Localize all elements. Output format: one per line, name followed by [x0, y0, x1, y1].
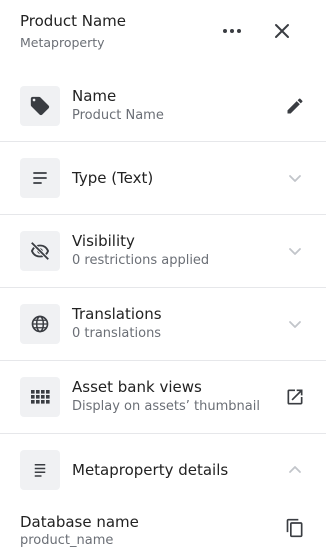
details-collapse-toggle[interactable]: [283, 458, 307, 482]
text-lines-icon: [33, 172, 47, 184]
grid-icon: [31, 390, 50, 404]
visibility-summary: 0 restrictions applied: [72, 253, 210, 268]
chevron-up-icon: [289, 466, 301, 473]
open-asset-bank-views-button[interactable]: [283, 385, 307, 409]
metaproperty-details-header[interactable]: Metaproperty details: [0, 434, 326, 505]
metaproperty-panel: Product Name Metaproperty Name Product N…: [0, 0, 326, 555]
visibility-expand-toggle[interactable]: [283, 239, 307, 263]
close-icon: [275, 24, 289, 38]
panel-header: Product Name Metaproperty: [0, 0, 326, 70]
visibility-row[interactable]: Visibility 0 restrictions applied: [0, 214, 326, 287]
asset-bank-views-label: Asset bank views: [72, 378, 202, 396]
copy-icon: [286, 518, 303, 538]
type-expand-toggle[interactable]: [283, 166, 307, 190]
metaproperty-details-section: Metaproperty details Database name produ…: [0, 433, 326, 554]
name-row[interactable]: Name Product Name: [0, 70, 326, 141]
asset-bank-views-description: Display on assets’ thumbnail: [72, 399, 260, 414]
metaproperty-details-label: Metaproperty details: [72, 461, 229, 479]
open-in-new-icon: [287, 389, 303, 405]
translations-row[interactable]: Translations 0 translations: [0, 287, 326, 360]
more-horizontal-icon: [223, 29, 241, 33]
chevron-down-icon: [289, 321, 301, 328]
globe-icon: [31, 315, 49, 333]
asset-bank-views-row[interactable]: Asset bank views Display on assets’ thum…: [0, 360, 326, 433]
translations-label: Translations: [72, 305, 162, 323]
details-lines-icon: [34, 464, 46, 477]
more-options-button[interactable]: [218, 18, 246, 44]
eye-off-icon: [30, 241, 50, 261]
translations-expand-toggle[interactable]: [283, 312, 307, 336]
visibility-label: Visibility: [72, 232, 135, 250]
close-button[interactable]: [268, 17, 296, 45]
panel-title: Product Name: [20, 12, 126, 30]
database-name-value: product_name: [20, 533, 114, 548]
name-icon-box: [20, 86, 60, 126]
type-label: Type (Text): [72, 169, 154, 187]
type-icon-box: [20, 158, 60, 198]
visibility-icon-box: [20, 231, 60, 271]
translations-icon-box: [20, 304, 60, 344]
asset-bank-views-icon-box: [20, 377, 60, 417]
translations-count: 0 translations: [72, 326, 162, 341]
edit-pencil-icon: [287, 98, 303, 114]
copy-database-name-button[interactable]: [283, 516, 307, 540]
panel-subtitle: Metaproperty: [20, 35, 105, 50]
name-label: Name: [72, 87, 117, 105]
chevron-down-icon: [289, 175, 301, 182]
details-icon-box: [20, 450, 60, 490]
database-name-label: Database name: [20, 513, 139, 531]
chevron-down-icon: [289, 248, 301, 255]
edit-name-button[interactable]: [283, 94, 307, 118]
name-value: Product Name: [72, 108, 164, 123]
tag-icon: [30, 96, 50, 116]
type-row[interactable]: Type (Text): [0, 141, 326, 214]
